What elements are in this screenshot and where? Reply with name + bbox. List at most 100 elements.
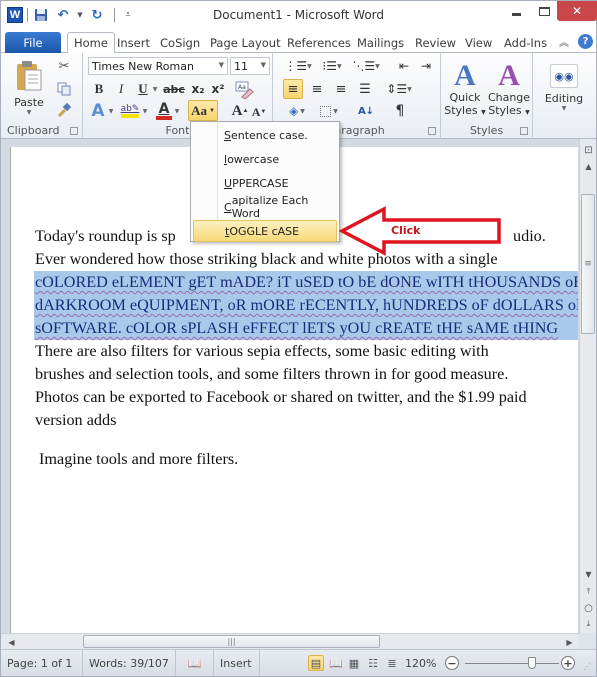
tab-page-layout[interactable]: Page Layout [204,32,287,53]
tab-add-ins[interactable]: Add-Ins [498,32,553,53]
tab-references[interactable]: References [281,32,357,53]
view-ruler-button[interactable]: ⊡ [580,143,597,157]
print-layout-view-button[interactable]: ▤ [308,655,324,671]
outline-view-button[interactable]: ☷ [365,655,381,671]
menu-item-toggle-case[interactable]: t OGGLE cASE [193,220,337,242]
menu-item-lowercase[interactable]: l owercase [193,148,337,170]
selected-text-line[interactable]: sOFTWARE. cOLOR sPLASH eFFECT lETS yOU c… [34,317,578,340]
horizontal-scrollbar[interactable]: ◀ ||| ▶ [1,633,579,649]
zoom-out-button[interactable]: − [445,656,459,670]
web-layout-view-button[interactable]: ▦ [346,655,362,671]
change-styles-button[interactable]: A Change Styles ▼ [487,57,531,121]
maximize-button[interactable] [531,1,557,21]
menu-item-capitalize-each-word[interactable]: Capitalize Each Word [193,194,337,220]
scroll-down-button[interactable]: ▼ [580,567,597,581]
text-effects-button[interactable]: A [89,101,107,121]
font-color-dropdown-icon[interactable]: ▼ [173,101,181,121]
strikethrough-button[interactable]: abc [163,80,185,98]
close-button[interactable]: ✕ [557,1,597,21]
vertical-scrollbar[interactable]: ⊡ ▲ ≡ ▼ ⤒ ○ ⤓ [579,139,596,633]
text-line[interactable]: Imagine tools and more filters. [35,448,578,471]
tab-mailings[interactable]: Mailings [351,32,410,53]
tab-home[interactable]: Home [67,32,115,54]
text-effects-dropdown-icon[interactable]: ▼ [107,101,115,121]
align-left-button[interactable]: ≡ [283,79,303,99]
next-page-button[interactable]: ⤓ [580,617,597,631]
clear-formatting-button[interactable]: Aa [233,80,255,100]
document-body[interactable]: Today's roundup is sp udio. Ever wondered … [34,225,578,471]
tab-file[interactable]: File [5,32,61,53]
cut-button[interactable]: ✂ [55,57,73,75]
shading-button[interactable]: ◈ ▼ [283,102,311,120]
full-screen-reading-view-button[interactable]: 📖 [328,655,344,671]
copy-button[interactable] [55,80,73,98]
scroll-left-button[interactable]: ◀ [3,635,20,649]
superscript-button[interactable]: x² [209,80,227,98]
vertical-scroll-thumb[interactable]: ≡ [581,194,595,334]
menu-item-sentence-case[interactable]: Sentence case. [193,124,337,146]
underline-dropdown-icon[interactable]: ▼ [151,80,159,98]
bullets-button[interactable]: ⋮☰ ▼ [284,57,311,75]
tab-view[interactable]: View [459,32,498,53]
horizontal-scroll-thumb[interactable]: ||| [83,635,380,648]
word-count[interactable]: Words: 39/107 [83,650,176,676]
proofing-status[interactable]: 📖 [176,650,214,676]
highlight-dropdown-icon[interactable]: ▼ [141,101,149,121]
sort-button[interactable]: A↓ [355,102,377,120]
subscript-button[interactable]: x₂ [189,80,207,98]
decrease-indent-button[interactable]: ⇤ [395,57,413,75]
text-line[interactable]: brushes and selection tools, and some fi… [35,363,578,386]
select-browse-object-button[interactable]: ○ [580,601,597,615]
show-formatting-button[interactable]: ¶ [391,102,409,120]
tab-review[interactable]: Review [409,32,462,53]
menu-item-uppercase[interactable]: U PPERCASE [193,172,337,194]
styles-dialog-launcher[interactable] [520,127,528,135]
borders-button[interactable]: ▼ [315,102,343,120]
page-count[interactable]: Page: 1 of 1 [1,650,83,676]
quick-styles-button[interactable]: A Quick Styles ▼ [443,57,487,121]
justify-button[interactable]: ☰ [355,79,375,99]
insert-mode[interactable]: Insert [214,650,260,676]
zoom-level[interactable]: 120% [405,650,436,676]
format-painter-button[interactable] [55,101,73,119]
align-right-button[interactable]: ≡ [331,79,351,99]
minimize-button[interactable] [503,1,529,21]
italic-button[interactable]: I [113,80,129,98]
text-line[interactable]: There are also filters for various sepia… [35,340,578,363]
text-line[interactable]: Photos can be exported to Facebook or sh… [35,386,578,409]
bold-button[interactable]: B [91,80,107,98]
shrink-font-button[interactable]: A ▼ [251,103,267,121]
highlight-button[interactable]: ab✎ [119,101,141,121]
multilevel-list-button[interactable]: ⋱☰ ▼ [352,57,379,75]
font-size-dropdown-icon[interactable]: ▼ [261,61,266,69]
paragraph-dialog-launcher[interactable] [428,127,436,135]
editing-button[interactable]: ◉◉ Editing ▼ [539,57,589,119]
minimize-ribbon-icon[interactable]: ︽ [559,34,569,49]
change-case-button[interactable]: Aa ▼ [188,100,218,121]
zoom-slider-thumb[interactable] [528,657,537,669]
line-spacing-button[interactable]: ⇕☰ ▼ [385,79,413,99]
underline-button[interactable]: U [135,80,151,98]
scroll-up-button[interactable]: ▲ [580,159,597,173]
numbering-button[interactable]: ⁝☰ ▼ [319,57,345,75]
help-icon[interactable]: ? [578,34,593,49]
font-name-dropdown-icon[interactable]: ▼ [219,61,224,69]
tab-insert[interactable]: Insert [111,32,156,53]
font-color-button[interactable]: A [155,101,173,121]
grow-font-button[interactable]: A ▲ [231,101,249,121]
scroll-right-button[interactable]: ▶ [561,635,578,649]
clipboard-dialog-launcher[interactable] [70,127,78,135]
selected-text-line[interactable]: cOLORED eLEMENT gET mADE? iT uSED tO bE … [34,271,578,294]
previous-page-button[interactable]: ⤒ [580,585,597,599]
increase-indent-button[interactable]: ⇥ [417,57,435,75]
resize-grip-icon[interactable]: ⋰ [583,662,591,671]
tab-cosign[interactable]: CoSign [154,32,206,53]
font-name-combo[interactable]: Times New Roman ▼ [88,57,228,75]
selected-text-line[interactable]: dARKROOM eQUIPMENT, oR mORE rECENTLY, hU… [34,294,578,317]
text-line[interactable]: version adds [35,409,578,432]
paste-button[interactable]: Paste ▼ [9,57,49,119]
zoom-slider-track[interactable] [465,663,559,664]
font-size-combo[interactable]: 11 ▼ [230,57,270,75]
zoom-in-button[interactable]: + [561,656,575,670]
align-center-button[interactable]: ≡ [307,79,327,99]
